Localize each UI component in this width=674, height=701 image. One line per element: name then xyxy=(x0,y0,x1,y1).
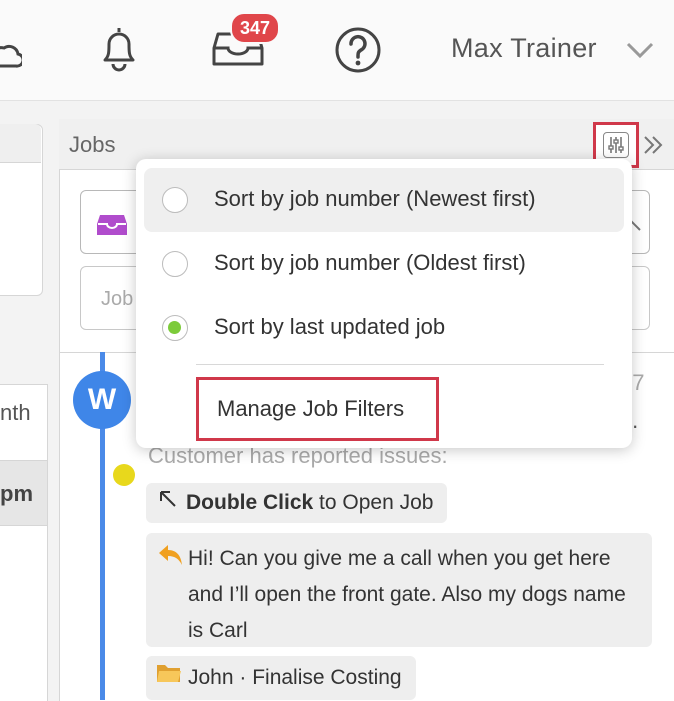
menu-divider xyxy=(196,364,604,365)
reply-icon xyxy=(158,543,184,573)
status-dot xyxy=(113,464,135,486)
sort-option-oldest[interactable]: Sort by job number (Oldest first) xyxy=(144,232,624,296)
job-task-chip[interactable]: John · Finalise Costing xyxy=(146,656,416,700)
left-list-item[interactable]: nth xyxy=(0,400,31,426)
customer-message[interactable]: Hi! Can you give me a call when you get … xyxy=(146,533,652,647)
top-bar: 347 Max Trainer xyxy=(0,0,674,101)
radio-button[interactable] xyxy=(162,187,188,213)
task-label: John · Finalise Costing xyxy=(188,666,402,689)
chevron-down-icon[interactable] xyxy=(625,40,655,65)
sort-option-newest[interactable]: Sort by job number (Newest first) xyxy=(144,168,624,232)
left-list xyxy=(0,384,48,701)
tray-icon xyxy=(96,213,128,242)
left-card-header xyxy=(0,124,41,163)
open-hint-rest: to Open Job xyxy=(313,491,434,514)
manage-job-filters-label: Manage Job Filters xyxy=(217,396,405,421)
sort-menu: Sort by job number (Newest first) Sort b… xyxy=(136,159,632,448)
open-hint-bold: Double Click xyxy=(186,491,314,514)
cloud-icon[interactable] xyxy=(0,38,25,73)
sort-option-label: Sort by job number (Newest first) xyxy=(214,186,536,211)
jobs-panel-title: Jobs xyxy=(69,132,116,157)
sliders-icon xyxy=(603,132,629,158)
open-job-hint[interactable]: Double Click to Open Job xyxy=(146,483,448,523)
bell-icon[interactable] xyxy=(96,24,142,79)
folder-icon xyxy=(156,656,182,700)
notification-count-badge: 347 xyxy=(230,12,281,44)
user-name[interactable]: Max Trainer xyxy=(451,33,597,64)
radio-button-selected[interactable] xyxy=(162,315,188,341)
left-list-item-label: pm xyxy=(0,481,33,506)
sort-option-label: Sort by last updated job xyxy=(214,314,446,339)
double-chevron-right-icon[interactable] xyxy=(642,134,664,162)
message-text: Hi! Can you give me a call when you get … xyxy=(188,547,626,642)
avatar[interactable]: W xyxy=(73,371,131,429)
sort-option-label: Sort by job number (Oldest first) xyxy=(214,250,526,275)
job-search-placeholder: Job xyxy=(101,288,134,310)
manage-job-filters-button[interactable]: Manage Job Filters xyxy=(196,377,439,441)
sort-option-last-updated[interactable]: Sort by last updated job xyxy=(144,296,624,360)
arrow-up-left-icon xyxy=(158,483,178,523)
radio-button[interactable] xyxy=(162,251,188,277)
help-icon[interactable] xyxy=(334,26,382,79)
